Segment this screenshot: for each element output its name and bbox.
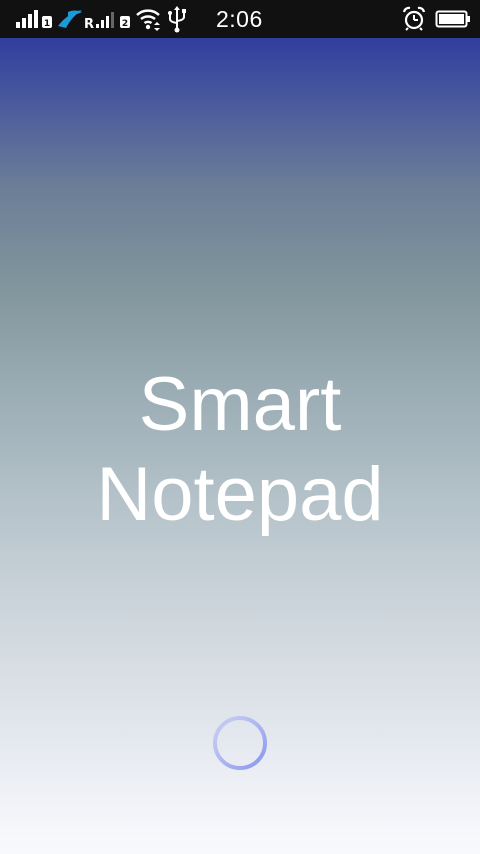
usb-icon [168,6,186,33]
sim1-label: 1 [44,19,50,29]
alarm-icon [402,6,426,31]
status-bar: 1 R 2 2:06 [0,0,480,38]
signal-sim2-icon: R 2 [84,12,130,32]
battery-icon [435,10,470,28]
loading-spinner-icon [213,716,267,770]
app-title-line1: Smart [138,362,342,447]
app-title: Smart Notepad [0,360,480,540]
telenor-icon [58,10,82,28]
roaming-label: R [84,17,94,32]
app-title-line2: Notepad [96,452,384,537]
status-time: 2:06 [216,6,263,32]
sim2-label: 2 [122,19,128,29]
wifi-icon [136,9,160,31]
splash-screen: Smart Notepad [0,38,480,854]
signal-sim1-icon: 1 [16,10,52,29]
